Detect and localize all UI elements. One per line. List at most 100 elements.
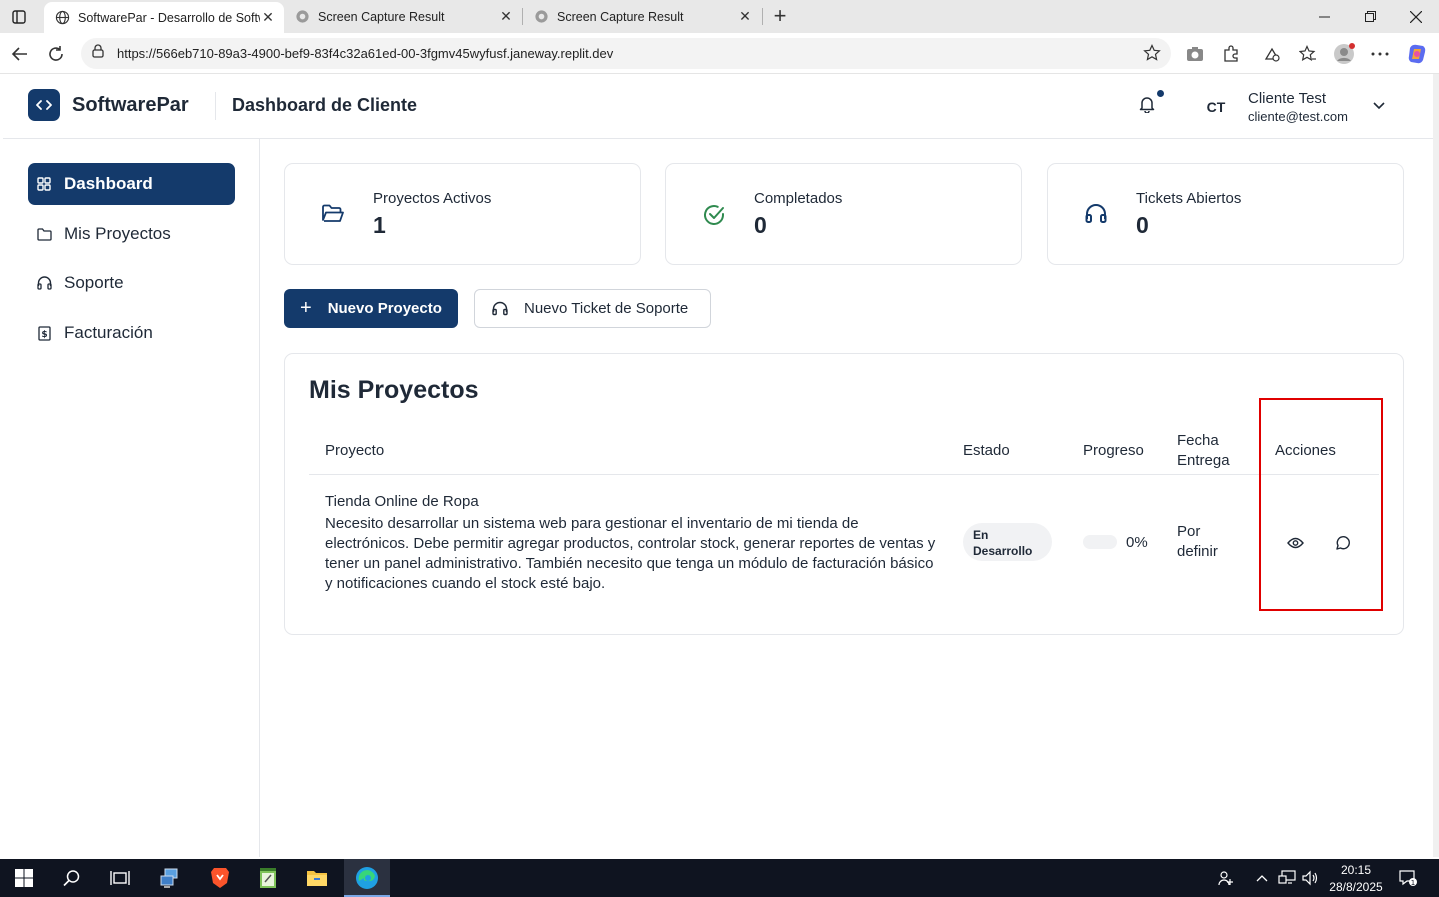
lock-icon[interactable] bbox=[91, 44, 105, 63]
sidebar: Dashboard Mis Proyectos Soporte $ Factur… bbox=[3, 139, 260, 857]
tab-close-icon[interactable]: ✕ bbox=[737, 8, 753, 25]
actions-highlight-box bbox=[1259, 398, 1383, 611]
notification-count: 1 bbox=[1411, 879, 1415, 887]
progress-text: 0% bbox=[1126, 534, 1148, 551]
extensions-puzzle-icon[interactable] bbox=[1220, 43, 1242, 65]
address-bar[interactable]: https://566eb710-89a3-4900-bef9-83f4c32a… bbox=[81, 38, 1171, 69]
brand-name[interactable]: SoftwarePar bbox=[72, 94, 189, 117]
sidebar-item-facturacion[interactable]: $ Facturación bbox=[28, 312, 235, 354]
url-text: https://566eb710-89a3-4900-bef9-83f4c32a… bbox=[117, 46, 614, 61]
chevron-up-icon[interactable] bbox=[1252, 869, 1272, 887]
new-project-button[interactable]: + Nuevo Proyecto bbox=[284, 289, 458, 328]
sidebar-item-label: Dashboard bbox=[64, 174, 153, 193]
stat-value: 0 bbox=[1136, 212, 1149, 238]
network-computer-icon[interactable] bbox=[158, 866, 182, 890]
stat-value: 0 bbox=[754, 212, 767, 238]
tab-actions-icon[interactable] bbox=[10, 8, 28, 26]
close-window-button[interactable] bbox=[1393, 0, 1439, 33]
sidebar-item-label: Mis Proyectos bbox=[64, 224, 171, 243]
tab-separator bbox=[762, 8, 763, 25]
stat-card-completados: Completados 0 bbox=[665, 163, 1022, 265]
restore-button[interactable] bbox=[1347, 0, 1393, 33]
windows-start-icon[interactable] bbox=[12, 866, 36, 890]
logo-code-icon[interactable] bbox=[28, 89, 60, 121]
camera-icon bbox=[533, 9, 549, 25]
favorites-icon[interactable] bbox=[1297, 43, 1319, 65]
new-tab-button[interactable]: + bbox=[768, 3, 792, 28]
stat-label: Completados bbox=[754, 190, 843, 207]
browser-tab-screen-capture-1[interactable]: Screen Capture Result ✕ bbox=[284, 0, 522, 33]
sidebar-item-dashboard[interactable]: Dashboard bbox=[28, 163, 235, 205]
profile-avatar-icon[interactable] bbox=[1333, 43, 1355, 65]
brave-browser-icon[interactable] bbox=[208, 866, 232, 890]
globe-icon bbox=[54, 10, 70, 26]
browser-toolbar: https://566eb710-89a3-4900-bef9-83f4c32a… bbox=[0, 33, 1439, 74]
due-date: Por definir bbox=[1177, 523, 1218, 560]
stat-card-tickets-abiertos: Tickets Abiertos 0 bbox=[1047, 163, 1404, 265]
projects-title: Mis Proyectos bbox=[309, 376, 479, 404]
sidebar-item-label: Soporte bbox=[64, 273, 124, 292]
tab-title: SoftwarePar - Desarrollo de Software bbox=[78, 10, 260, 25]
minimize-button[interactable] bbox=[1301, 0, 1347, 33]
notification-center-icon[interactable]: 1 bbox=[1398, 869, 1418, 887]
project-name[interactable]: Tienda Online de Ropa bbox=[325, 493, 479, 510]
headphones-icon bbox=[1084, 203, 1108, 227]
camera-icon bbox=[294, 9, 310, 25]
browser-essentials-icon[interactable] bbox=[1261, 43, 1283, 65]
app-header: SoftwarePar Dashboard de Cliente CT Clie… bbox=[3, 74, 1433, 139]
folder-icon bbox=[36, 226, 52, 242]
sidebar-item-label: Facturación bbox=[64, 323, 153, 342]
status-badge: En Desarrollo bbox=[963, 523, 1052, 561]
stat-label: Proyectos Activos bbox=[373, 190, 492, 207]
projects-card: Mis Proyectos Proyecto Estado Progreso F… bbox=[284, 353, 1404, 635]
clock-time[interactable]: 20:15 bbox=[1326, 863, 1386, 877]
favorite-star-icon[interactable] bbox=[1143, 44, 1161, 67]
stat-label: Tickets Abiertos bbox=[1136, 190, 1242, 207]
screenshot-camera-icon[interactable] bbox=[1184, 43, 1206, 65]
chevron-down-icon[interactable] bbox=[1372, 98, 1388, 114]
browser-tab-softwarepar[interactable]: SoftwarePar - Desarrollo de Software ✕ bbox=[44, 2, 284, 33]
reload-icon[interactable] bbox=[44, 42, 68, 66]
receipt-icon: $ bbox=[36, 325, 52, 341]
notification-dot bbox=[1157, 90, 1164, 97]
grid-icon bbox=[36, 176, 52, 192]
sidebar-item-mis-proyectos[interactable]: Mis Proyectos bbox=[28, 213, 235, 255]
progress-bar bbox=[1083, 535, 1117, 549]
page-scrollbar[interactable] bbox=[1433, 74, 1439, 857]
volume-icon[interactable] bbox=[1301, 869, 1321, 887]
people-icon[interactable] bbox=[1216, 869, 1236, 887]
tab-close-icon[interactable]: ✕ bbox=[260, 9, 276, 26]
network-icon[interactable] bbox=[1277, 869, 1297, 887]
project-description: Necesito desarrollar un sistema web para… bbox=[325, 515, 936, 592]
search-icon[interactable] bbox=[60, 866, 84, 890]
folder-open-icon bbox=[321, 203, 345, 227]
avatar[interactable]: CT bbox=[1199, 93, 1233, 121]
browser-tab-screen-capture-2[interactable]: Screen Capture Result ✕ bbox=[523, 0, 761, 33]
notepad-icon[interactable] bbox=[256, 866, 280, 890]
sidebar-item-soporte[interactable]: Soporte bbox=[28, 262, 235, 304]
button-label: Nuevo Proyecto bbox=[327, 300, 442, 317]
headphones-icon bbox=[36, 275, 52, 291]
browser-tabbar: SoftwarePar - Desarrollo de Software ✕ S… bbox=[0, 0, 1439, 33]
column-header-fecha-entrega: Fecha Entrega bbox=[1177, 432, 1230, 469]
task-view-icon[interactable] bbox=[108, 866, 132, 890]
user-name[interactable]: Cliente Test bbox=[1248, 90, 1326, 107]
plus-icon: + bbox=[300, 297, 312, 319]
edge-browser-icon[interactable] bbox=[355, 866, 379, 890]
stat-value: 1 bbox=[373, 212, 386, 238]
tab-close-icon[interactable]: ✕ bbox=[498, 8, 514, 25]
tab-title: Screen Capture Result bbox=[557, 9, 684, 24]
windows-taskbar: 20:15 28/8/2025 1 bbox=[0, 859, 1439, 897]
notifications-bell-icon[interactable] bbox=[1139, 95, 1159, 117]
clock-date[interactable]: 28/8/2025 bbox=[1326, 880, 1386, 894]
file-explorer-icon[interactable] bbox=[305, 866, 329, 890]
back-arrow-icon[interactable] bbox=[8, 42, 32, 66]
column-header-proyecto: Proyecto bbox=[325, 442, 385, 459]
copilot-icon[interactable] bbox=[1406, 43, 1428, 65]
stat-card-proyectos-activos: Proyectos Activos 1 bbox=[284, 163, 641, 265]
column-header-estado: Estado bbox=[963, 442, 1010, 459]
more-menu-icon[interactable] bbox=[1369, 43, 1391, 65]
new-support-ticket-button[interactable]: Nuevo Ticket de Soporte bbox=[474, 289, 711, 328]
table-header-divider bbox=[309, 474, 1379, 475]
column-header-progreso: Progreso bbox=[1083, 442, 1144, 459]
